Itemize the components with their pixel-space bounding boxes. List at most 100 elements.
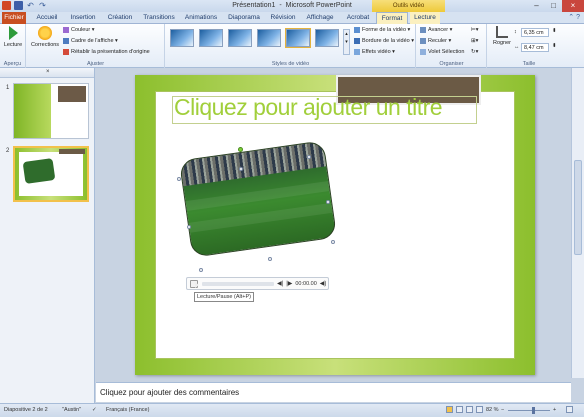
seek-bar[interactable] [202,281,274,286]
resize-handle[interactable] [331,240,335,244]
reculer-button[interactable]: Reculer ▾ [420,38,451,44]
video-style-4[interactable] [257,29,281,47]
tab-acrobat[interactable]: Acrobat [343,12,373,24]
cadre-label: Cadre de l'affiche [71,38,114,44]
slide-scrollbar[interactable] [571,68,584,378]
group-label-apercu: Aperçu [3,61,22,67]
step-forward-icon[interactable]: |▶ [286,280,292,287]
slideshow-icon[interactable] [476,406,483,413]
volet-selection-button[interactable]: Volet Sélection [420,49,464,55]
width-spinner[interactable]: ⬍ [552,43,557,49]
tab-animations[interactable]: Animations [183,12,219,24]
height-field[interactable]: 6,35 cm [521,28,549,37]
resize-handle[interactable] [177,177,181,181]
zoom-in-icon[interactable]: + [553,407,556,413]
spellcheck-icon[interactable]: ✓ [92,407,97,413]
resize-handle[interactable] [239,167,243,171]
video-tools-context-label: Outils vidéo [372,0,445,12]
video-style-6[interactable] [315,29,339,47]
title-placeholder[interactable]: Cliquez pour ajouter un titre [172,94,477,124]
group-icon[interactable]: ⊞▾ [471,38,478,44]
thumb-green-edge [14,84,51,138]
time-display: 00:00.00 [295,280,317,287]
zoom-out-icon[interactable]: − [501,407,504,413]
resize-handle[interactable] [187,225,191,229]
reculer-label: Reculer [428,38,447,44]
notes-pane[interactable]: Cliquez pour ajouter des commentaires [96,382,571,402]
play-button[interactable]: Lecture [3,26,23,48]
resize-handle[interactable] [307,155,311,159]
bordure-video-button[interactable]: Bordure de la vidéo ▾ [354,38,414,44]
resize-handle[interactable] [199,268,203,272]
minimize-icon[interactable]: – [528,0,545,12]
title-placeholder-text: Cliquez pour ajouter un titre [174,94,443,120]
tab-diaporama[interactable]: Diaporama [226,12,262,24]
video-controls: ◀| |▶ 00:00.00 ◀) [186,277,329,290]
thumb2-video [22,158,56,184]
reculer-icon [420,38,426,44]
tab-creation[interactable]: Création [105,12,135,24]
tab-insertion[interactable]: Insertion [68,12,98,24]
avancer-button[interactable]: Avancer ▾ [420,27,452,33]
tab-lecture[interactable]: Lecture [410,12,440,24]
rotation-handle[interactable] [238,147,243,152]
language[interactable]: Français (France) [106,407,149,413]
scrollbar-thumb[interactable] [574,160,582,255]
step-back-icon[interactable]: ◀| [277,280,283,287]
tab-accueil[interactable]: Accueil [34,12,60,24]
zoom-slider-knob[interactable] [532,407,535,414]
effets-label: Effets vidéo [362,49,391,55]
theme-name: "Austin" [62,407,82,413]
couleur-button[interactable]: Couleur ▾ [63,27,95,33]
video-style-2[interactable] [199,29,223,47]
reading-view-icon[interactable] [466,406,473,413]
maximize-icon[interactable]: □ [545,0,562,12]
panel-header: × [0,68,94,78]
normal-view-icon[interactable] [446,406,453,413]
slide-sorter-icon[interactable] [456,406,463,413]
effets-video-button[interactable]: Effets vidéo ▾ [354,49,395,55]
slide-thumbnail-2[interactable] [13,146,89,202]
tab-format[interactable]: Format [376,12,408,24]
play-label: Lecture [3,42,23,48]
resize-handle[interactable] [326,200,330,204]
close-icon[interactable]: × [562,0,584,12]
retablir-button[interactable]: Rétablir la présentation d'origine [63,49,150,55]
window-controls: – □ × [528,0,584,12]
tab-fichier[interactable]: Fichier [2,12,26,24]
crop-icon [496,26,508,38]
tab-revision[interactable]: Révision [269,12,297,24]
height-icon: ↕ [514,29,517,35]
tab-transitions[interactable]: Transitions [142,12,176,24]
cadre-affiche-button[interactable]: Cadre de l'affiche ▾ [63,38,118,44]
forme-video-button[interactable]: Forme de la vidéo ▾ [354,27,410,33]
width-field[interactable]: 8,47 cm [521,43,549,52]
video-object[interactable] [178,140,338,258]
group-ajuster: Corrections Couleur ▾ Cadre de l'affiche… [27,24,165,68]
video-style-3[interactable] [228,29,252,47]
document-title: Présentation1 [232,2,276,9]
thumb-brown-bar [58,86,86,102]
zoom-slider[interactable] [508,410,550,411]
panel-close-icon[interactable]: × [46,69,50,75]
resize-handle[interactable] [268,257,272,261]
rotate-icon[interactable]: ↻▾ [471,49,478,55]
slide-number-2: 2 [6,148,10,154]
corrections-icon [38,26,52,40]
tab-affichage[interactable]: Affichage [304,12,336,24]
video-style-5[interactable] [285,28,311,48]
video-style-1[interactable] [170,29,194,47]
fit-window-icon[interactable] [566,406,573,413]
height-spinner[interactable]: ⬍ [552,28,557,34]
corrections-button[interactable]: Corrections [30,26,60,48]
rogner-button[interactable]: Rogner [490,26,514,46]
volume-icon[interactable]: ◀) [320,280,327,287]
effets-icon [354,49,360,55]
gallery-scroll[interactable]: ▴ ▾ [343,29,350,55]
ribbon-tabs: Fichier Accueil Insertion Création Trans… [0,12,584,24]
slide-thumbnail-1[interactable] [13,83,89,139]
help-icon[interactable]: ⌃ ? [568,13,580,21]
align-icon[interactable]: ⊨▾ [471,27,479,33]
group-label-ajuster: Ajuster [86,61,105,67]
zoom-level[interactable]: 82 % [486,407,499,413]
